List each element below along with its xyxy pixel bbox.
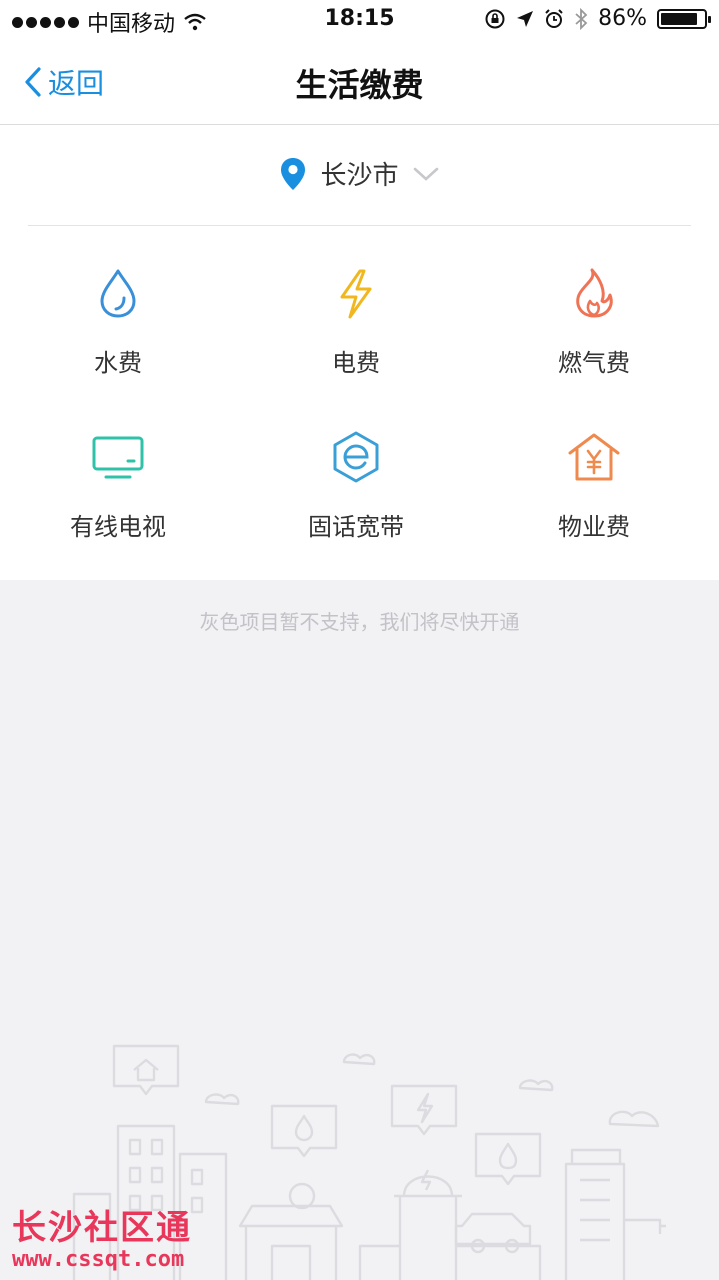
battery-percent: 86% bbox=[598, 6, 647, 31]
service-electricity[interactable]: 电费 bbox=[256, 255, 456, 385]
service-gas[interactable]: 燃气费 bbox=[494, 255, 694, 385]
lightning-icon bbox=[340, 269, 372, 319]
water-drop-icon bbox=[100, 269, 136, 318]
service-label: 水费 bbox=[94, 349, 142, 377]
service-cable-tv[interactable]: 有线电视 bbox=[18, 419, 218, 549]
navigation-bar: 返回 生活缴费 bbox=[0, 40, 719, 125]
alarm-icon bbox=[545, 8, 563, 28]
house-yuan-icon bbox=[568, 433, 620, 481]
status-right: 86% bbox=[484, 6, 711, 31]
divider bbox=[28, 225, 691, 226]
city-name: 长沙市 bbox=[320, 161, 399, 191]
service-label: 电费 bbox=[332, 349, 380, 377]
service-property[interactable]: 物业费 bbox=[494, 419, 694, 549]
bluetooth-icon bbox=[575, 7, 588, 30]
notice-text: 灰色项目暂不支持，我们将尽快开通 bbox=[199, 610, 520, 634]
chevron-down-icon bbox=[413, 167, 438, 181]
page-title: 生活缴费 bbox=[295, 66, 424, 104]
rotation-lock-icon bbox=[485, 9, 505, 28]
flame-icon bbox=[576, 268, 613, 318]
service-label: 固话宽带 bbox=[308, 513, 404, 541]
tv-icon bbox=[92, 436, 144, 479]
location-pin-icon bbox=[281, 157, 306, 190]
service-label: 有线电视 bbox=[70, 513, 166, 541]
service-label: 燃气费 bbox=[558, 349, 630, 377]
watermark: 长沙社区通 www.cssqt.com bbox=[12, 1200, 192, 1272]
service-broadband[interactable]: 固话宽带 bbox=[256, 419, 456, 549]
service-water[interactable]: 水费 bbox=[18, 255, 218, 385]
status-bar: 中国移动 18:15 86% bbox=[0, 0, 719, 40]
location-arrow-icon bbox=[517, 10, 534, 27]
broadband-icon bbox=[333, 431, 379, 483]
watermark-url: www.cssqt.com bbox=[12, 1247, 185, 1272]
battery-icon bbox=[657, 8, 711, 29]
service-label: 物业费 bbox=[558, 513, 630, 541]
city-selector[interactable]: 长沙市 bbox=[0, 155, 719, 192]
services-panel: 长沙市 水费 电费 燃气费 有线电视 固话宽带 物业费 bbox=[0, 125, 719, 580]
watermark-title: 长沙社区通 bbox=[12, 1208, 192, 1248]
